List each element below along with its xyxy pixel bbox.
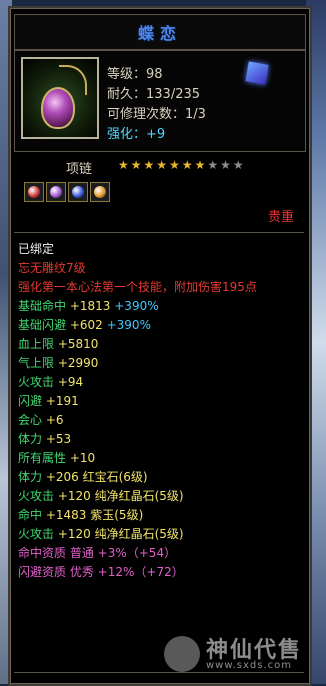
attribute-row: 火攻击 +94 — [14, 373, 304, 392]
star-filled-icon: ★ — [194, 158, 206, 172]
star-empty-icon: ★ — [232, 158, 244, 172]
skill-description: 强化第一本心法第一个技能，附加伤害195点 — [18, 280, 257, 294]
star-filled-icon: ★ — [143, 158, 155, 172]
attribute-row: 基础命中 +1813 +390% — [14, 297, 304, 316]
item-type-section: 项链 ★ ★ ★ ★ ★ ★ ★ ★ ★ ★ 贵重 — [14, 154, 304, 230]
item-portrait — [21, 57, 99, 139]
red-gem-icon — [28, 186, 40, 198]
item-type: 项链 — [66, 162, 93, 177]
item-tooltip: 蝶恋 等级：98 耐久：133/235 可修理次数：1/3 强化：+9 项链 ★… — [8, 6, 312, 686]
attribute-label: 血上限 — [18, 337, 55, 351]
attribute-value: +6 — [42, 413, 64, 427]
attribute-value: +2990 — [54, 356, 99, 370]
item-header: 等级：98 耐久：133/235 可修理次数：1/3 强化：+9 — [14, 50, 306, 152]
item-level: 等级：98 — [107, 67, 163, 82]
gem-socket[interactable] — [90, 182, 110, 202]
attribute-row: 闪避 +191 — [14, 392, 304, 411]
attribute-value: +94 — [54, 375, 84, 389]
attribute-row: 气上限 +2990 — [14, 354, 304, 373]
divider — [14, 232, 304, 233]
quality-grade: 优秀 — [66, 565, 94, 579]
attribute-row: 所有属性 +10 — [14, 449, 304, 468]
gem-bonus-list: 体力 +206 红宝石(6级) 火攻击 +120 纯净红晶石(5级) 命中 +148… — [14, 468, 304, 544]
gem-socket[interactable] — [68, 182, 88, 202]
attribute-label: 体力 — [18, 432, 43, 446]
gem-bonus-label: 火攻击 — [18, 527, 55, 541]
star-empty-icon: ★ — [207, 158, 219, 172]
blue-gem-icon — [72, 186, 84, 198]
item-rarity: 贵重 — [267, 210, 294, 225]
attribute-label: 基础命中 — [18, 299, 67, 313]
gem-bonus-row: 命中 +1483 紫玉(5级) — [14, 506, 304, 525]
gem-bonus-row: 体力 +206 红宝石(6级) — [14, 468, 304, 487]
gem-bonus-label: 命中 — [18, 508, 43, 522]
quality-grade: 普通 — [66, 546, 94, 560]
gem-sockets — [24, 182, 110, 202]
quality-label: 命中资质 — [18, 546, 67, 560]
star-rating: ★ ★ ★ ★ ★ ★ ★ ★ ★ ★ — [118, 158, 244, 172]
gem-bonus-value: +206 — [42, 470, 79, 484]
star-filled-icon: ★ — [181, 158, 193, 172]
gem-socket[interactable] — [24, 182, 44, 202]
attribute-row: 体力 +53 — [14, 430, 304, 449]
set-name: 忘无雕纹7级 — [18, 261, 86, 275]
item-repair-count: 可修理次数：1/3 — [107, 107, 206, 122]
attribute-list: 基础命中 +1813 +390% 基础闪避 +602 +390% 血上限 +5810… — [14, 297, 304, 468]
item-name: 蝶恋 — [137, 24, 182, 43]
quality-value: +12%（+72） — [93, 565, 184, 579]
gem-bonus-row: 火攻击 +120 纯净红晶石(5级) — [14, 525, 304, 544]
attribute-extra: +390% — [110, 299, 159, 313]
quality-row: 闪避资质 优秀 +12%（+72） — [14, 563, 304, 582]
quality-value: +3%（+54） — [93, 546, 177, 560]
necklace-gem-icon — [41, 87, 75, 129]
attribute-label: 闪避 — [18, 394, 43, 408]
watermark: 神仙代售 www.sxds.com — [162, 632, 312, 676]
gem-name: 纯净红晶石(5级) — [90, 527, 184, 541]
gem-bonus-value: +120 — [54, 527, 91, 541]
gem-bonus-value: +120 — [54, 489, 91, 503]
gem-name: 红宝石(6级) — [78, 470, 148, 484]
quality-row: 命中资质 普通 +3%（+54） — [14, 544, 304, 563]
bound-status: 已绑定 — [18, 242, 55, 256]
attribute-row: 会心 +6 — [14, 411, 304, 430]
item-durability: 耐久：133/235 — [107, 87, 201, 102]
crystal-badge-icon — [245, 61, 269, 85]
attribute-value: +5810 — [54, 337, 99, 351]
purple-gem-icon — [50, 186, 62, 198]
gem-socket[interactable] — [46, 182, 66, 202]
attribute-value: +191 — [42, 394, 79, 408]
attribute-value: +53 — [42, 432, 72, 446]
watermark-logo-icon — [164, 636, 200, 672]
gem-bonus-label: 体力 — [18, 470, 43, 484]
quality-label: 闪避资质 — [18, 565, 67, 579]
attribute-value: +602 — [66, 318, 103, 332]
gem-name: 紫玉(5级) — [86, 508, 144, 522]
item-attributes: 已绑定 忘无雕纹7级 强化第一本心法第一个技能，附加伤害195点 基础命中 +1… — [14, 234, 304, 582]
attribute-extra: +390% — [102, 318, 151, 332]
attribute-row: 基础闪避 +602 +390% — [14, 316, 304, 335]
item-enhance: 强化：+9 — [107, 127, 166, 142]
attribute-row: 血上限 +5810 — [14, 335, 304, 354]
gem-bonus-label: 火攻击 — [18, 489, 55, 503]
star-empty-icon: ★ — [220, 158, 231, 172]
gem-bonus-value: +1483 — [42, 508, 87, 522]
attribute-label: 气上限 — [18, 356, 55, 370]
gem-bonus-row: 火攻击 +120 纯净红晶石(5级) — [14, 487, 304, 506]
attribute-label: 火攻击 — [18, 375, 55, 389]
item-basic-stats: 等级：98 耐久：133/235 可修理次数：1/3 强化：+9 — [107, 65, 206, 145]
star-filled-icon: ★ — [118, 158, 129, 172]
quality-list: 命中资质 普通 +3%（+54） 闪避资质 优秀 +12%（+72） — [14, 544, 304, 582]
gem-name: 纯净红晶石(5级) — [90, 489, 184, 503]
orange-gem-icon — [94, 186, 106, 198]
attribute-value: +10 — [66, 451, 96, 465]
attribute-label: 所有属性 — [18, 451, 67, 465]
attribute-label: 基础闪避 — [18, 318, 67, 332]
star-filled-icon: ★ — [130, 158, 142, 172]
watermark-url: www.sxds.com — [206, 660, 293, 671]
attribute-value: +1813 — [66, 299, 111, 313]
star-filled-icon: ★ — [156, 158, 168, 172]
attribute-label: 会心 — [18, 413, 43, 427]
star-filled-icon: ★ — [169, 158, 180, 172]
item-title-bar: 蝶恋 — [14, 14, 306, 50]
